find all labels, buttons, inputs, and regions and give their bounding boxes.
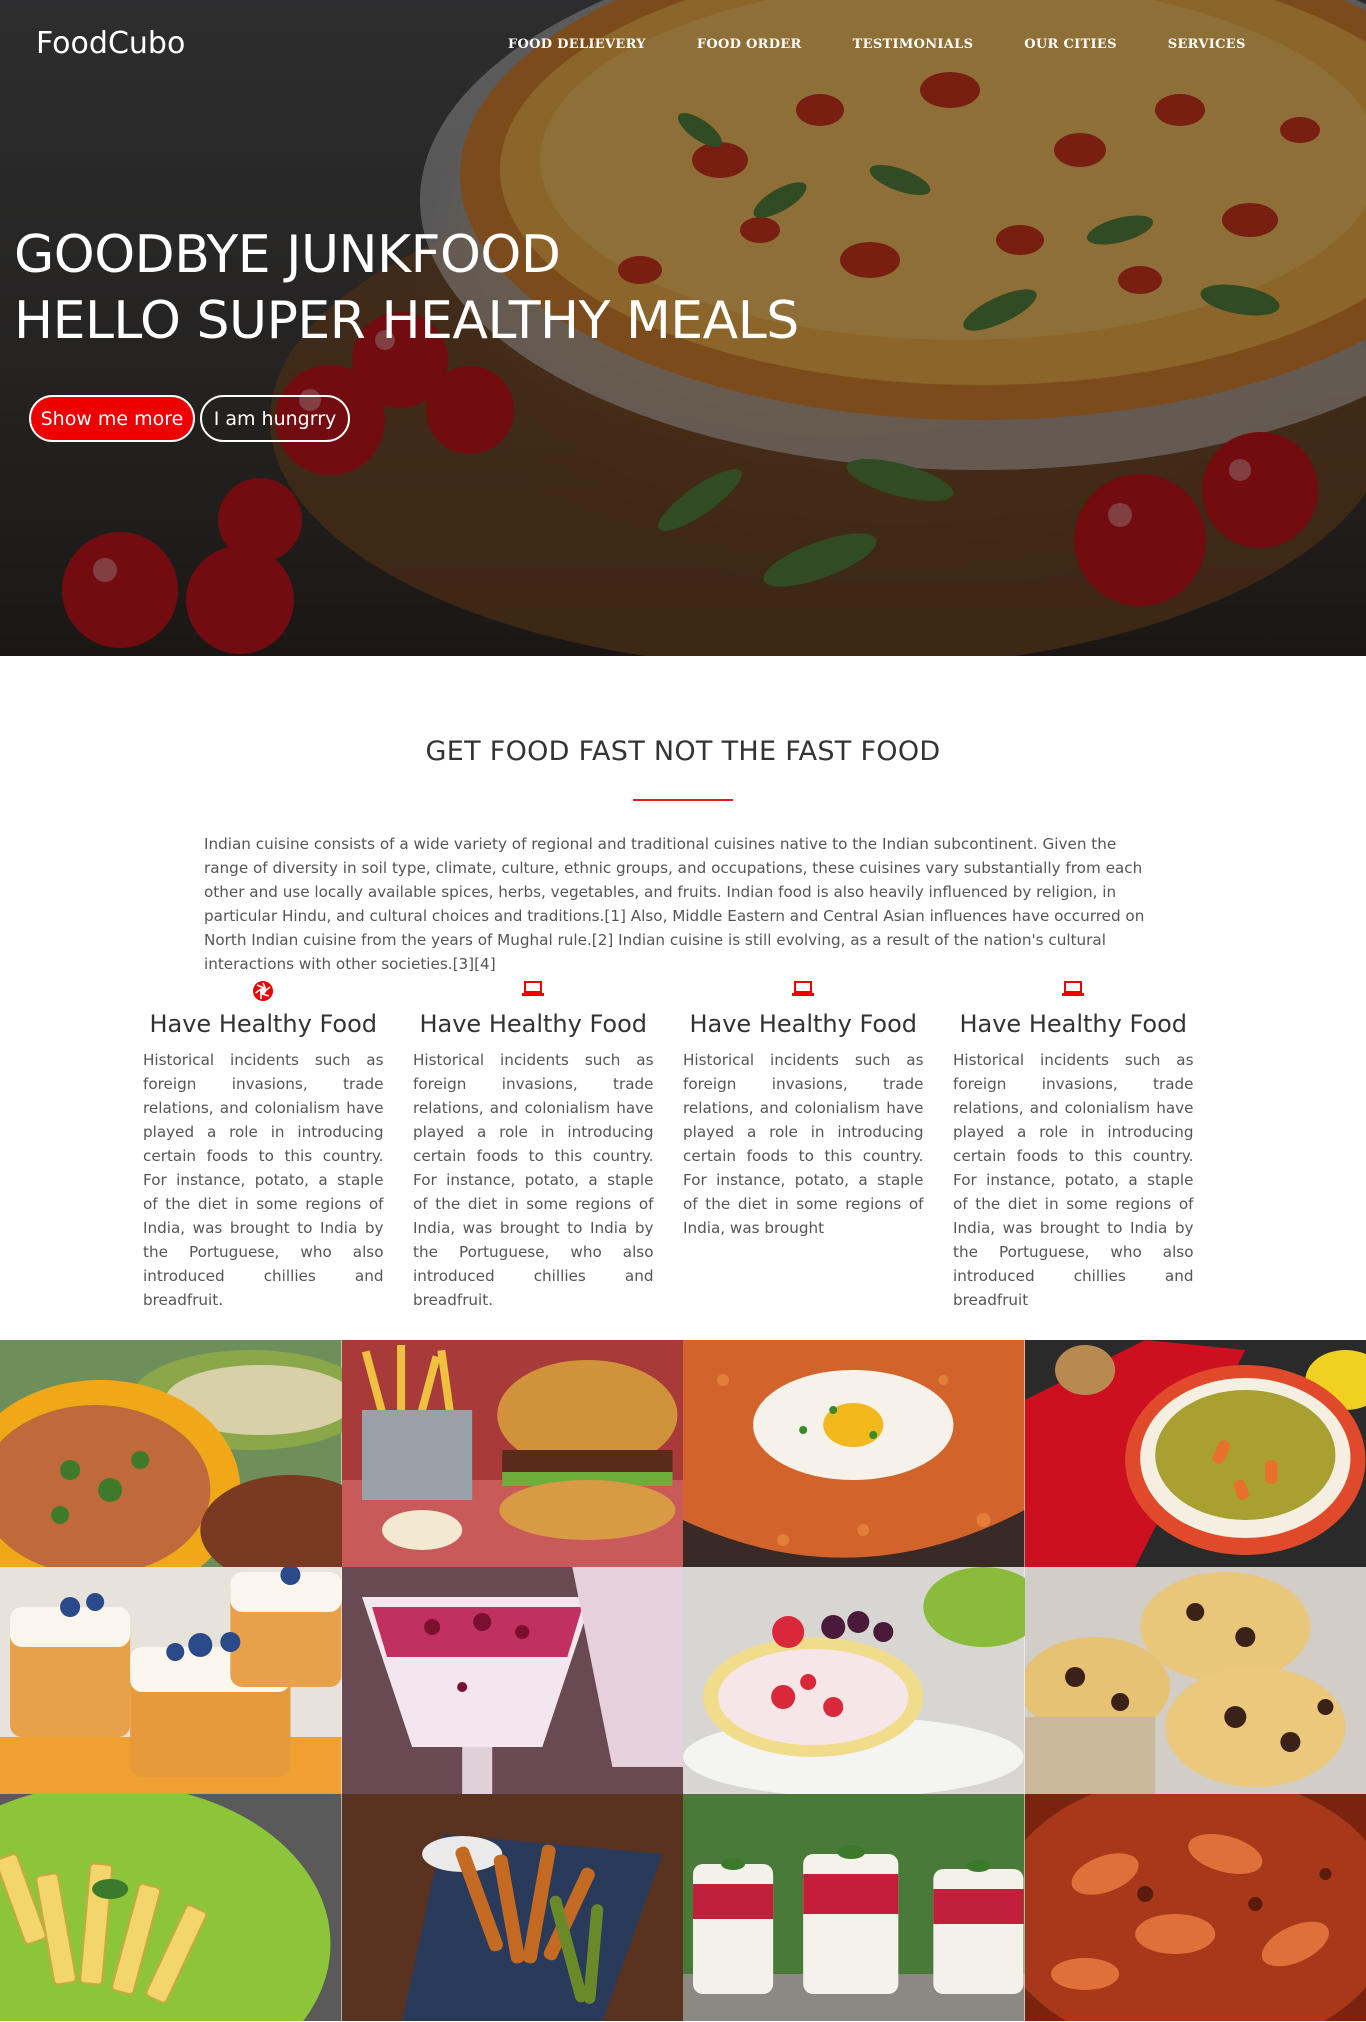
fried-okra-photo [341,1794,683,2021]
features-row: Have Healthy Food Historical incidents s… [143,980,1223,1312]
nav-link-food-delivery[interactable]: FOOD DELIEVERY [508,37,646,52]
laptop-icon [413,980,654,1006]
chocolate-chip-muffins-photo [1024,1567,1366,1794]
curry-bowl-photo [0,1340,342,1567]
feature-description: Historical incidents such as foreign inv… [143,1051,384,1309]
nav-menu: FOOD DELIEVERY FOOD ORDER TESTIMONIALS O… [508,33,1297,52]
hero-heading: GOODBYE JUNKFOOD HELLO SUPER HEALTHY MEA… [14,222,799,354]
nav-link-our-cities[interactable]: OUR CITIES [1024,37,1116,52]
panna-cotta-cups-photo [683,1794,1025,2021]
nav-link-services[interactable]: SERVICES [1168,37,1246,52]
nav-item: FOOD DELIEVERY [508,33,646,52]
feature-title: Have Healthy Food [959,1010,1188,1038]
hero-heading-line-2: HELLO SUPER HEALTHY MEALS [14,291,799,351]
section-title-underline [633,799,733,801]
blueberry-cake-photo [0,1567,342,1794]
feature-title: Have Healthy Food [149,1010,378,1038]
feature-card: Have Healthy Food Historical incidents s… [413,980,654,1312]
strawberry-roll-cake-photo [683,1567,1025,1794]
site-logo[interactable]: FoodCubo [36,26,185,61]
feature-title: Have Healthy Food [419,1010,648,1038]
feature-card: Have Healthy Food Historical incidents s… [953,980,1194,1312]
nav-item: OUR CITIES [1024,33,1116,52]
feature-description: Historical incidents such as foreign inv… [953,1051,1194,1309]
nav-item: FOOD ORDER [697,33,802,52]
feature-description: Historical incidents such as foreign inv… [683,1051,924,1237]
show-me-more-button[interactable]: Show me more [29,395,195,442]
feature-card: Have Healthy Food Historical incidents s… [143,980,384,1312]
top-navigation: FoodCubo FOOD DELIEVERY FOOD ORDER TESTI… [0,0,1366,84]
green-soup-photo [1024,1340,1366,1567]
nav-item: TESTIMONIALS [853,33,974,52]
section-title: GET FOOD FAST NOT THE FAST FOOD [425,736,941,767]
feature-description: Historical incidents such as foreign inv… [413,1051,654,1309]
i-am-hungry-button[interactable]: I am hungrry [200,395,350,442]
intro-paragraph: Indian cuisine consists of a wide variet… [204,835,1145,973]
nav-link-testimonials[interactable]: TESTIMONIALS [853,37,974,52]
burger-fries-photo [341,1340,683,1567]
aperture-icon [143,980,384,1006]
feature-card: Have Healthy Food Historical incidents s… [683,980,924,1312]
food-gallery [0,1340,1366,2021]
laptop-icon [683,980,924,1006]
nav-item: SERVICES [1168,33,1246,52]
feature-title: Have Healthy Food [689,1010,918,1038]
berry-parfait-photo [341,1567,683,1794]
hero-heading-line-1: GOODBYE JUNKFOOD [14,225,561,285]
fried-rice-egg-photo [683,1340,1025,1567]
hero-section: FoodCubo FOOD DELIEVERY FOOD ORDER TESTI… [0,0,1366,656]
penne-pasta-photo [0,1794,342,2021]
nav-link-food-order[interactable]: FOOD ORDER [697,37,802,52]
shrimp-curry-photo [1024,1794,1366,2021]
laptop-icon [953,980,1194,1006]
